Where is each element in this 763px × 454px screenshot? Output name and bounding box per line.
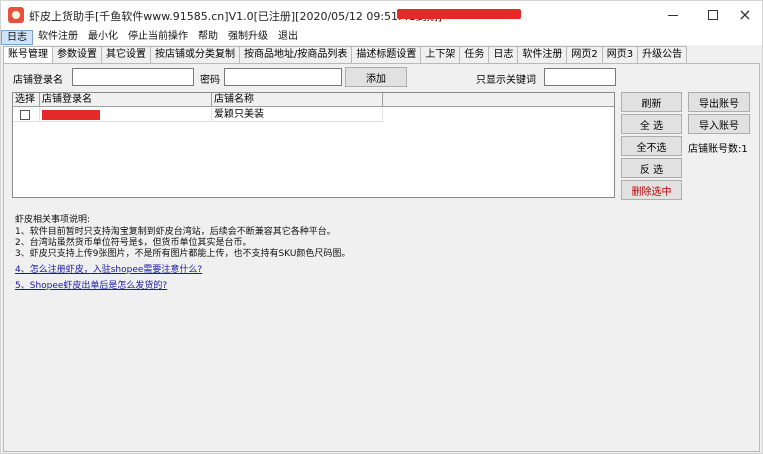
grid-header: 选择 店铺登录名 店铺名称 xyxy=(13,93,614,107)
store-login-label: 店铺登录名 xyxy=(13,75,63,86)
link-shopee-shipping[interactable]: 5、Shopee虾皮出单后是怎么发货的? xyxy=(15,278,167,291)
app-logo-icon xyxy=(8,7,24,23)
minimize-button[interactable] xyxy=(651,1,695,29)
invert-selection-button[interactable]: 反 选 xyxy=(621,158,682,178)
tab-log[interactable]: 日志 xyxy=(488,46,519,63)
export-accounts-button[interactable]: 导出账号 xyxy=(688,92,750,112)
tab-software-register[interactable]: 软件注册 xyxy=(517,46,568,63)
redacted-login xyxy=(42,110,100,120)
store-name-cell: 爱颖只美装 xyxy=(212,108,383,122)
title-bar: 虾皮上货助手[千鱼软件www.91585.cn]V1.0[已注册][2020/0… xyxy=(1,1,762,29)
menu-log[interactable]: 日志 xyxy=(1,29,33,45)
delete-selected-button[interactable]: 删除选中 xyxy=(621,180,682,200)
menu-register[interactable]: 软件注册 xyxy=(33,29,83,45)
add-button[interactable]: 添加 xyxy=(345,67,407,87)
maximize-icon xyxy=(708,10,718,20)
tab-listing[interactable]: 上下架 xyxy=(420,46,461,63)
link-register-shopee[interactable]: 4、怎么注册虾皮，入驻shopee需要注意什么? xyxy=(15,262,202,275)
close-icon: × xyxy=(738,5,752,24)
tab-tasks[interactable]: 任务 xyxy=(459,46,490,63)
tab-title-settings[interactable]: 描述标题设置 xyxy=(351,46,422,63)
tab-by-product-url[interactable]: 按商品地址/按商品列表 xyxy=(239,46,353,63)
select-all-button[interactable]: 全 选 xyxy=(621,114,682,134)
select-cell xyxy=(13,108,40,122)
close-button[interactable]: × xyxy=(723,1,763,29)
refresh-button[interactable]: 刷新 xyxy=(621,92,682,112)
keyword-filter-input[interactable] xyxy=(544,68,616,86)
column-header-store-name[interactable]: 店铺名称 xyxy=(212,93,383,107)
menu-stop[interactable]: 停止当前操作 xyxy=(123,29,193,45)
column-header-login[interactable]: 店铺登录名 xyxy=(40,93,212,107)
store-login-input[interactable] xyxy=(72,68,194,86)
column-header-select[interactable]: 选择 xyxy=(13,93,40,107)
tab-account-management[interactable]: 账号管理 xyxy=(3,46,53,64)
tab-webpage-2[interactable]: 网页2 xyxy=(566,46,603,63)
menu-force-upgrade[interactable]: 强制升级 xyxy=(223,29,273,45)
tab-webpage-3[interactable]: 网页3 xyxy=(601,46,639,63)
row-checkbox[interactable] xyxy=(20,110,30,120)
redacted-region xyxy=(397,9,521,19)
app-window: 虾皮上货助手[千鱼软件www.91585.cn]V1.0[已注册][2020/0… xyxy=(0,0,763,454)
notes-line-3: 3、虾皮只支持上传9张图片，不是所有图片都能上传，也不支持有SKU颜色尺码图。 xyxy=(15,249,351,259)
table-row[interactable]: 爱颖只美装 xyxy=(13,108,614,122)
tab-copy-by-store[interactable]: 按店铺或分类复制 xyxy=(150,46,240,63)
tab-other-settings[interactable]: 其它设置 xyxy=(101,46,151,63)
account-management-panel: 店铺登录名 密码 添加 只显示关键词 选择 店铺登录名 店铺名称 爱颖只美装 刷… xyxy=(3,63,760,452)
menu-help[interactable]: 帮助 xyxy=(193,29,223,45)
tab-upgrade-notice[interactable]: 升级公告 xyxy=(637,46,688,63)
store-count-label: 店铺账号数:1 xyxy=(688,144,748,155)
import-accounts-button[interactable]: 导入账号 xyxy=(688,114,750,134)
minimize-icon xyxy=(668,14,678,16)
keyword-filter-label: 只显示关键词 xyxy=(476,75,536,86)
window-title: 虾皮上货助手[千鱼软件www.91585.cn]V1.0[已注册][2020/0… xyxy=(29,10,443,23)
menu-bar: 日志 软件注册 最小化 停止当前操作 帮助 强制升级 退出 xyxy=(1,29,762,45)
password-input[interactable] xyxy=(224,68,342,86)
tab-parameter-settings[interactable]: 参数设置 xyxy=(52,46,102,63)
menu-minimize[interactable]: 最小化 xyxy=(83,29,123,45)
password-label: 密码 xyxy=(200,75,220,86)
menu-exit[interactable]: 退出 xyxy=(273,29,303,45)
deselect-all-button[interactable]: 全不选 xyxy=(621,136,682,156)
account-grid[interactable]: 选择 店铺登录名 店铺名称 爱颖只美装 xyxy=(12,92,615,198)
tab-bar: 账号管理 参数设置 其它设置 按店铺或分类复制 按商品地址/按商品列表 描述标题… xyxy=(3,46,760,64)
